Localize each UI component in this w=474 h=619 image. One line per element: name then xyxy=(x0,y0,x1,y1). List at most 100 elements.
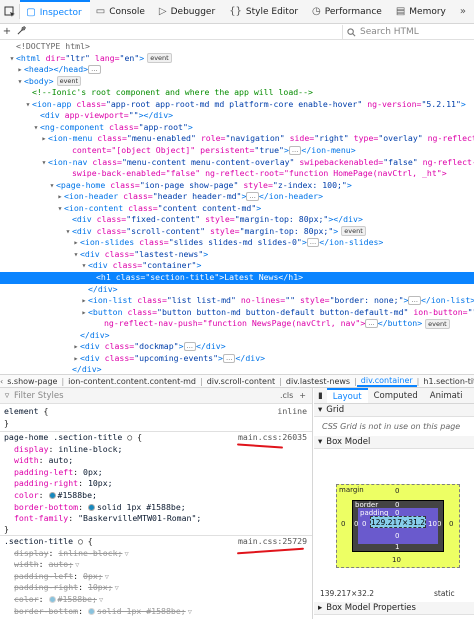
margin-left-value[interactable]: 0 xyxy=(341,520,345,528)
property-value[interactable]: #1588be; xyxy=(58,594,97,604)
css-declaration[interactable]: width: auto; xyxy=(0,455,312,467)
property-value[interactable]: solid 1px #1588be; xyxy=(97,606,186,616)
collapse-arrow-icon[interactable]: ▸ xyxy=(16,64,24,76)
tab-inspector[interactable]: ▢ Inspector xyxy=(20,0,90,23)
expand-arrow-icon[interactable]: ▾ xyxy=(24,99,32,111)
toggle-classes-button[interactable]: .cls xyxy=(280,391,293,400)
search-html-input[interactable] xyxy=(360,27,470,37)
color-swatch[interactable] xyxy=(87,503,95,511)
rule-source-link[interactable]: main.css:26035 xyxy=(238,432,307,444)
css-declaration[interactable]: padding-right: 10px; xyxy=(0,478,312,490)
markup-node[interactable]: ▸ <ion-list class="list list-md" no-lines… xyxy=(0,295,474,307)
expand-arrow-icon[interactable]: ▾ xyxy=(40,157,48,169)
markup-node[interactable]: swipe-back-enabled="false" ng-reflect-ro… xyxy=(0,168,474,180)
collapsed-content-button[interactable]: … xyxy=(88,65,101,75)
markup-node[interactable]: ▾ <div class="scroll-content" style="marg… xyxy=(0,226,474,238)
collapsed-content-button[interactable]: … xyxy=(408,296,421,306)
overridden-filter-icon[interactable]: ▽ xyxy=(124,549,128,560)
overridden-filter-icon[interactable]: ▽ xyxy=(188,607,192,618)
breadcrumb-item[interactable]: s.show-page xyxy=(3,377,61,386)
breadcrumb-item[interactable]: div.lastest-news xyxy=(282,377,354,386)
property-name[interactable]: display xyxy=(14,548,49,558)
eyedropper-button[interactable] xyxy=(14,25,28,38)
markup-node[interactable]: ▸ <ion-header class="header header-md">… <… xyxy=(0,191,474,203)
css-declaration[interactable]: width: auto; ▽ xyxy=(0,559,312,571)
markup-node[interactable]: ▸ <head></head>… xyxy=(0,64,474,76)
padding-left-value[interactable]: 0 xyxy=(362,520,366,528)
markup-node[interactable]: ▾ <body> event xyxy=(0,76,474,88)
collapse-arrow-icon[interactable]: ▸ xyxy=(80,307,88,319)
css-declaration[interactable]: font-family: "BaskervilleMTW01-Roman"; xyxy=(0,513,312,525)
css-declaration[interactable]: padding-left: 0px; xyxy=(0,467,312,479)
collapsed-content-button[interactable]: … xyxy=(183,342,197,352)
markup-node[interactable]: ▾ <ion-content class="content content-md"… xyxy=(0,203,474,215)
margin-top-value[interactable]: 0 xyxy=(395,487,399,495)
breadcrumb-item-active[interactable]: div.container xyxy=(356,376,417,387)
add-rule-button[interactable]: + xyxy=(299,391,306,400)
margin-bottom-value[interactable]: 10 xyxy=(392,556,401,564)
filter-styles-input[interactable] xyxy=(14,390,254,401)
css-declaration[interactable]: border-bottom: solid 1px #1588be; ▽ xyxy=(0,606,312,618)
collapse-arrow-icon[interactable]: ▸ xyxy=(72,341,80,353)
property-name[interactable]: font-family xyxy=(14,513,68,523)
property-value[interactable]: 0px; xyxy=(83,571,103,581)
css-declaration[interactable]: padding-left: 0px; ▽ xyxy=(0,571,312,583)
property-name[interactable]: border-bottom xyxy=(14,502,78,512)
css-declaration[interactable]: border-bottom: solid 1px #1588be; xyxy=(0,502,312,514)
margin-right-value[interactable]: 0 xyxy=(449,520,453,528)
expand-arrow-icon[interactable]: ▾ xyxy=(72,249,80,261)
overridden-filter-icon[interactable]: ▽ xyxy=(115,583,119,594)
tab-style-editor[interactable]: {} Style Editor xyxy=(223,0,306,23)
breadcrumb-item[interactable]: ion-content.content.content-md xyxy=(64,377,200,386)
tab-console[interactable]: ▭ Console xyxy=(90,0,153,23)
collapsed-content-button[interactable]: … xyxy=(306,238,320,248)
markup-node-selected[interactable]: <h1 class="section-title">Latest News</h… xyxy=(0,272,474,284)
box-model-properties-header[interactable]: ▸ Box Model Properties xyxy=(314,602,474,615)
event-badge[interactable]: event xyxy=(56,76,82,87)
overridden-filter-icon[interactable]: ▽ xyxy=(105,572,109,583)
property-value[interactable]: 10px; xyxy=(88,478,113,488)
property-name[interactable]: padding-right xyxy=(14,478,78,488)
markup-node[interactable]: ▾ <ng-component class="app-root"> xyxy=(0,122,474,134)
grid-section-header[interactable]: ▾ Grid xyxy=(314,404,474,417)
collapse-arrow-icon[interactable]: ▸ xyxy=(56,191,64,203)
markup-node[interactable]: ▸ <div class="dockmap">… </div> xyxy=(0,341,474,353)
tab-memory[interactable]: ▤ Memory xyxy=(390,0,454,23)
box-model-content[interactable]: 129.217×31.2 xyxy=(370,516,426,528)
breadcrumb-item[interactable]: div.scroll-content xyxy=(203,377,280,386)
markup-node[interactable]: ▾ <ion-app class="app-root app-root-md md… xyxy=(0,99,474,111)
css-declaration[interactable]: color: #1588be; xyxy=(0,490,312,502)
property-name[interactable]: padding-left xyxy=(14,571,73,581)
padding-bottom-value[interactable]: 0 xyxy=(395,532,399,540)
property-value[interactable]: auto; xyxy=(49,455,74,465)
collapse-arrow-icon[interactable]: ▸ xyxy=(72,353,80,365)
box-model-section-header[interactable]: ▾ Box Model xyxy=(314,436,474,449)
border-bottom-value[interactable]: 1 xyxy=(395,543,399,551)
collapsed-content-button[interactable]: … xyxy=(222,353,236,363)
pick-element-button[interactable] xyxy=(0,0,19,23)
markup-node[interactable]: </div> xyxy=(0,364,474,374)
property-name[interactable]: display xyxy=(14,444,49,454)
property-name[interactable]: width xyxy=(14,559,39,569)
rule-source-link[interactable]: main.css:25729 xyxy=(238,536,307,548)
rule-selector[interactable]: .section-title xyxy=(4,536,73,546)
event-badge[interactable]: event xyxy=(147,53,172,64)
rule-selector[interactable]: page-home .section-title xyxy=(4,432,122,442)
expand-arrow-icon[interactable]: ▾ xyxy=(32,122,40,134)
markup-node[interactable]: <div class="fixed-content" style="margin… xyxy=(0,214,474,226)
markup-node[interactable]: <div app-viewport=""></div> xyxy=(0,110,474,122)
overridden-filter-icon[interactable]: ▽ xyxy=(99,595,103,606)
css-declaration[interactable]: padding-right: 10px; ▽ xyxy=(0,582,312,594)
event-badge[interactable]: event xyxy=(341,226,366,237)
more-tools-button[interactable]: » xyxy=(454,0,474,23)
markup-node[interactable]: ▸ <div class="upcoming-events">… </div> xyxy=(0,353,474,365)
markup-node[interactable]: ▾ <div class="lastest-news"> xyxy=(0,249,474,261)
markup-node[interactable]: ▾ <page-home class="ion-page show-page" s… xyxy=(0,180,474,192)
overridden-filter-icon[interactable]: ▽ xyxy=(75,560,79,571)
expand-arrow-icon[interactable]: ▾ xyxy=(80,260,88,272)
markup-node[interactable]: ▸ <ion-slides class="slides slides-md sli… xyxy=(0,237,474,249)
property-name[interactable]: color xyxy=(14,594,39,604)
css-declaration[interactable]: color: #1588be; ▽ xyxy=(0,594,312,606)
tab-animations[interactable]: Animati xyxy=(424,388,469,403)
property-value[interactable]: #1588be; xyxy=(58,490,97,500)
